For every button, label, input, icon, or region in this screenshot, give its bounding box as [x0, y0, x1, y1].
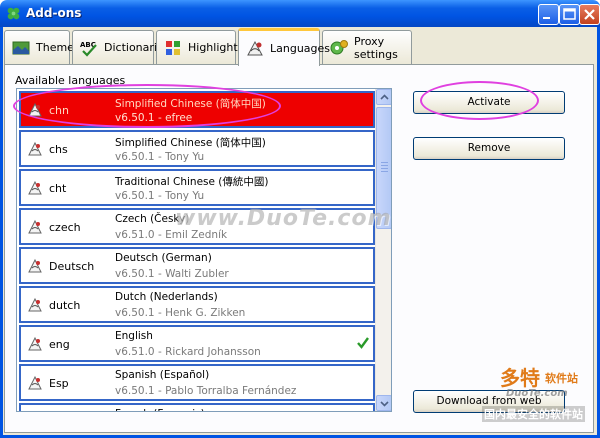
scroll-grip	[381, 165, 388, 166]
language-version: v6.51.0 - Rickard Johansson	[115, 346, 261, 358]
language-flag-icon	[28, 375, 42, 390]
languages-list[interactable]: chn Simplified Chinese (简体中国) v6.50.1 - ef…	[16, 88, 392, 412]
language-row[interactable]: cht Traditional Chinese (傳統中國) v6.50.1 - T…	[19, 169, 375, 206]
scroll-grip	[381, 168, 388, 169]
language-row[interactable]: dutch Dutch (Nederlands) v6.50.1 - Henk G.…	[19, 286, 375, 323]
vertical-scrollbar[interactable]	[375, 89, 391, 411]
language-name: French (Français)	[115, 408, 205, 411]
tab-languages-label: Languages	[270, 42, 331, 55]
language-row[interactable]: Deutsch Deutsch (German) v6.50.1 - Walti Z…	[19, 247, 375, 284]
tab-bar: Themes ABC Dictionaries Highlighters Lan…	[4, 28, 594, 66]
proxy-settings-icon	[330, 39, 348, 54]
available-languages-label: Available languages	[15, 74, 126, 87]
minimize-button[interactable]	[538, 4, 559, 25]
activate-button[interactable]: Activate	[413, 91, 565, 114]
remove-button[interactable]: Remove	[413, 137, 565, 160]
languages-list-items: chn Simplified Chinese (简体中国) v6.50.1 - ef…	[17, 89, 377, 411]
language-code: chn	[49, 104, 69, 117]
language-name: English	[115, 330, 153, 342]
language-flag-icon	[28, 297, 42, 312]
chevron-up-icon	[380, 94, 389, 100]
scroll-grip	[381, 162, 388, 163]
scroll-down-button[interactable]	[376, 395, 391, 411]
language-code: eng	[49, 338, 70, 351]
language-flag-icon	[28, 102, 42, 117]
language-flag-icon	[28, 180, 42, 195]
highlighters-icon	[166, 40, 180, 55]
tab-proxy-settings[interactable]: Proxy settings	[322, 30, 412, 64]
window-title: Add-ons	[26, 6, 82, 20]
language-row[interactable]: FraFrench (Français)	[19, 403, 375, 411]
close-icon	[584, 9, 595, 20]
language-code: czech	[49, 221, 81, 234]
language-name: Dutch (Nederlands)	[115, 291, 218, 303]
scroll-thumb[interactable]	[376, 107, 391, 229]
tab-themes[interactable]: Themes	[4, 30, 80, 64]
language-flag-icon	[28, 258, 42, 273]
language-name: Czech (Česky)	[115, 213, 190, 225]
languages-icon	[247, 40, 263, 55]
language-code: dutch	[49, 299, 81, 312]
scroll-up-button[interactable]	[376, 89, 391, 105]
download-from-web-button[interactable]: Download from web	[413, 390, 565, 413]
language-row[interactable]: chs Simplified Chinese (简体中国) v6.50.1 - To…	[19, 130, 375, 167]
language-version: v6.50.1 - Tony Yu	[115, 151, 205, 163]
language-code: cht	[49, 182, 67, 195]
dictionaries-icon: ABC	[80, 41, 97, 57]
language-flag-icon	[28, 336, 42, 351]
maximize-icon	[563, 8, 576, 20]
checkmark-icon	[357, 337, 369, 349]
language-name: Traditional Chinese (傳統中國)	[115, 176, 269, 188]
title-bar: Add-ons	[0, 0, 600, 27]
chevron-down-icon	[380, 401, 389, 407]
tab-highlighters[interactable]: Highlighters	[156, 30, 255, 64]
language-row[interactable]: eng English v6.51.0 - Rickard Johansson	[19, 325, 375, 362]
language-version: v6.50.1 - Henk G. Zikken	[115, 307, 246, 319]
language-version: v6.50.1 - Tony Yu	[115, 190, 205, 202]
language-row[interactable]: chn Simplified Chinese (简体中国) v6.50.1 - ef…	[19, 91, 375, 128]
language-name: Deutsch (German)	[115, 252, 212, 264]
language-flag-icon	[28, 141, 42, 156]
language-version: v6.50.1 - Walti Zubler	[115, 268, 229, 280]
minimize-icon	[543, 17, 550, 19]
tab-proxy-settings-label: Proxy settings	[354, 34, 398, 61]
language-row[interactable]: Esp Spanish (Español) v6.50.1 - Pablo Torr…	[19, 364, 375, 401]
language-code: Deutsch	[49, 260, 95, 273]
language-version: v6.50.1 - efree	[115, 112, 193, 124]
tab-languages[interactable]: Languages	[238, 28, 330, 66]
close-button[interactable]	[579, 4, 600, 25]
language-name: Spanish (Español)	[115, 369, 210, 381]
language-row[interactable]: czech Czech (Česky) v6.51.0 - Emil Zedník	[19, 208, 375, 245]
language-code: chs	[49, 143, 68, 156]
language-name: Simplified Chinese (简体中国)	[115, 137, 266, 149]
scroll-grip	[381, 171, 388, 172]
tab-dictionaries[interactable]: ABC Dictionaries	[72, 30, 169, 64]
language-name: Simplified Chinese (简体中国)	[115, 98, 266, 110]
language-version: v6.50.1 - Pablo Torralba Fernández	[115, 385, 297, 397]
language-code: Esp	[49, 377, 69, 390]
language-flag-icon	[28, 219, 42, 234]
app-clover-icon	[7, 7, 20, 20]
themes-icon	[12, 41, 30, 54]
maximize-button[interactable]	[559, 4, 580, 25]
language-version: v6.51.0 - Emil Zedník	[115, 229, 228, 241]
